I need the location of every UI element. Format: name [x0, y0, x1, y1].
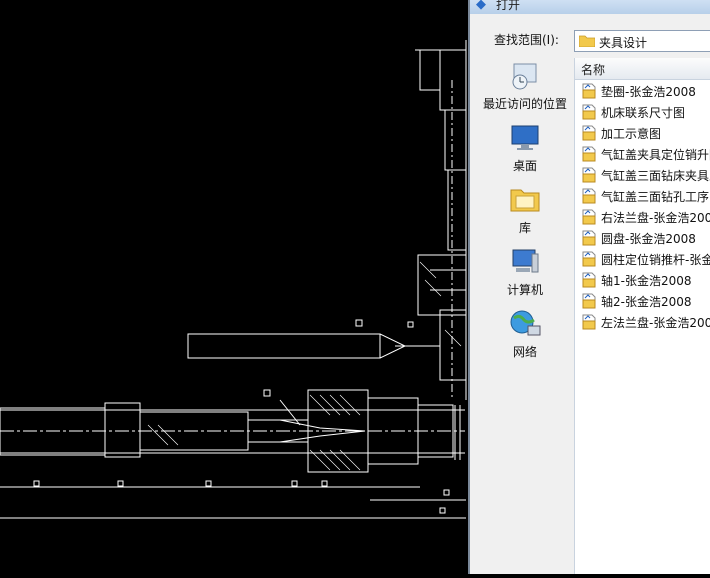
libraries-icon [510, 189, 540, 212]
dialog-app-icon: ◆ [476, 0, 486, 12]
cad-file-icon [582, 293, 596, 309]
cad-file-icon [582, 188, 596, 204]
look-in-value: 夹具设计 [599, 36, 648, 50]
file-name: 轴2-张金浩2008 [601, 295, 692, 309]
places-item-desktop[interactable]: 桌面 [480, 122, 570, 174]
file-item[interactable]: 轴2-张金浩2008 [581, 291, 710, 311]
cad-file-icon [582, 209, 596, 225]
cad-file-icon [582, 125, 596, 141]
cad-drawing-canvas[interactable] [0, 0, 470, 574]
file-list[interactable]: 名称 垫圈-张金浩2008 机床联系尺寸图 加工示意图 气缸盖夹具定位销升降 气… [574, 58, 710, 574]
file-item[interactable]: 气缸盖三面钻床夹具总 [581, 165, 710, 185]
computer-icon [512, 249, 539, 273]
file-name: 垫圈-张金浩2008 [601, 85, 696, 99]
file-item[interactable]: 垫圈-张金浩2008 [581, 81, 710, 101]
cad-file-icon [582, 146, 596, 162]
cad-file-icon [582, 83, 596, 99]
file-name: 轴1-张金浩2008 [601, 274, 692, 288]
look-in-dropdown[interactable]: 夹具设计 [574, 30, 710, 52]
file-name: 圆盘-张金浩2008 [601, 232, 696, 246]
open-file-dialog: ◆ 打开 查找范围(I): 夹具设计 最近访问的位置 桌面 库 计算机 网络 名… [468, 0, 710, 574]
folder-icon [579, 35, 595, 47]
cad-file-icon [582, 230, 596, 246]
cad-file-icon [582, 272, 596, 288]
file-item[interactable]: 圆柱定位销推杆-张金 [581, 249, 710, 269]
file-name: 气缸盖三面钻床夹具总 [601, 169, 710, 183]
file-item[interactable]: 机床联系尺寸图 [581, 102, 710, 122]
cad-file-icon [582, 167, 596, 183]
file-name: 气缸盖夹具定位销升降 [601, 148, 710, 162]
network-icon [510, 310, 541, 336]
file-item[interactable]: 圆盘-张金浩2008 [581, 228, 710, 248]
places-label: 库 [518, 221, 531, 235]
places-item-recent[interactable]: 最近访问的位置 [480, 60, 570, 112]
file-item[interactable]: 轴1-张金浩2008 [581, 270, 710, 290]
cad-file-icon [582, 314, 596, 330]
cad-file-icon [582, 104, 596, 120]
places-label: 最近访问的位置 [482, 97, 567, 111]
file-item[interactable]: 右法兰盘-张金浩2008 [581, 207, 710, 227]
desktop-icon [511, 125, 539, 150]
file-item[interactable]: 左法兰盘-张金浩2008 [581, 312, 710, 332]
file-item[interactable]: 加工示意图 [581, 123, 710, 143]
cad-drawing [0, 40, 467, 519]
places-item-network[interactable]: 网络 [480, 308, 570, 360]
file-item[interactable]: 气缸盖三面钻孔工序图 [581, 186, 710, 206]
cad-file-icon [582, 251, 596, 267]
column-header-label: 名称 [581, 63, 606, 77]
file-name: 圆柱定位销推杆-张金 [601, 253, 710, 267]
file-name: 左法兰盘-张金浩2008 [601, 316, 710, 330]
places-item-computer[interactable]: 计算机 [480, 246, 570, 298]
column-header-name[interactable]: 名称 [575, 58, 710, 80]
file-item[interactable]: 气缸盖夹具定位销升降 [581, 144, 710, 164]
places-item-libraries[interactable]: 库 [480, 184, 570, 236]
file-name: 机床联系尺寸图 [601, 106, 686, 120]
places-label: 计算机 [506, 283, 543, 297]
file-name: 右法兰盘-张金浩2008 [601, 211, 710, 225]
file-name: 气缸盖三面钻孔工序图 [601, 190, 710, 204]
dialog-title: 打开 [496, 0, 521, 12]
recent-places-icon [512, 63, 537, 90]
dialog-titlebar[interactable]: ◆ 打开 [470, 0, 710, 14]
file-name: 加工示意图 [601, 127, 662, 141]
places-label: 桌面 [512, 159, 537, 173]
places-label: 网络 [512, 345, 537, 359]
look-in-label: 查找范围(I): [494, 33, 559, 47]
